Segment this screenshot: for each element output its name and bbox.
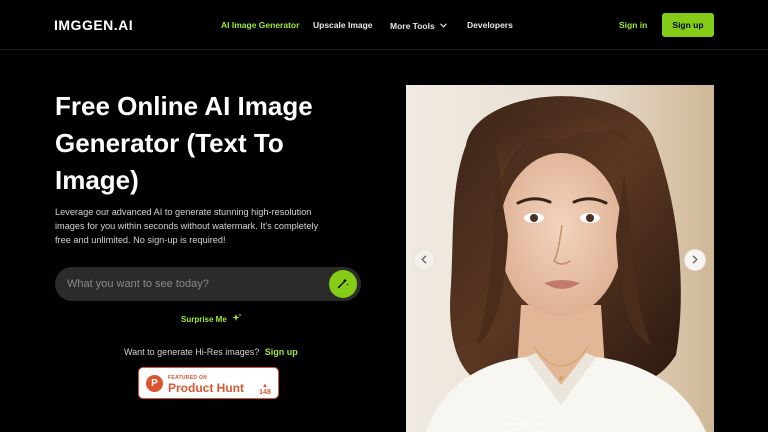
carousel-prev-button[interactable]	[413, 249, 435, 271]
prompt-bar	[55, 267, 361, 301]
page-title: Free Online AI Image Generator (Text To …	[55, 91, 313, 195]
carousel-dot[interactable]	[532, 423, 542, 425]
generated-portrait-image	[406, 85, 714, 432]
prompt-input[interactable]	[67, 276, 317, 292]
generate-button[interactable]	[329, 270, 357, 298]
upvote-counter: ▲ 148	[256, 383, 274, 396]
chevron-down-icon	[439, 20, 447, 30]
product-hunt-badge[interactable]: P FEATURED ON Product Hunt ▲ 148	[138, 367, 279, 399]
upvote-count: 148	[259, 389, 271, 396]
chevron-right-icon	[692, 253, 698, 267]
product-hunt-logo-icon: P	[146, 375, 163, 392]
hires-text: Want to generate Hi-Res images?	[124, 347, 260, 357]
nav-upscale-image[interactable]: Upscale Image	[313, 20, 373, 30]
magic-wand-icon	[336, 276, 350, 293]
hires-sign-up-link[interactable]: Sign up	[265, 347, 298, 357]
nav-developers[interactable]: Developers	[467, 20, 513, 30]
carousel-next-button[interactable]	[684, 249, 706, 271]
carousel-dot[interactable]	[516, 423, 526, 425]
sparkle-icon	[232, 313, 242, 325]
surprise-me-label: Surprise Me	[181, 314, 227, 324]
product-hunt-name: Product Hunt	[168, 381, 244, 395]
surprise-me-button[interactable]: Surprise Me	[181, 313, 242, 325]
sign-in-link[interactable]: Sign in	[619, 20, 647, 30]
top-navbar: IMGGEN.AI AI Image Generator Upscale Ima…	[0, 0, 768, 50]
hero-description: Leverage our advanced AI to generate stu…	[55, 207, 319, 245]
nav-more-tools-label: More Tools	[390, 21, 435, 31]
carousel-indicators	[500, 423, 542, 425]
chevron-left-icon	[421, 253, 427, 267]
image-carousel	[406, 85, 714, 432]
carousel-dot[interactable]	[500, 423, 510, 425]
hires-prompt: Want to generate Hi-Res images? Sign up	[124, 347, 298, 357]
sign-up-button[interactable]: Sign up	[662, 13, 714, 37]
nav-ai-image-generator[interactable]: AI Image Generator	[221, 20, 299, 30]
site-logo[interactable]: IMGGEN.AI	[54, 17, 133, 33]
nav-more-tools[interactable]: More Tools	[390, 20, 447, 31]
